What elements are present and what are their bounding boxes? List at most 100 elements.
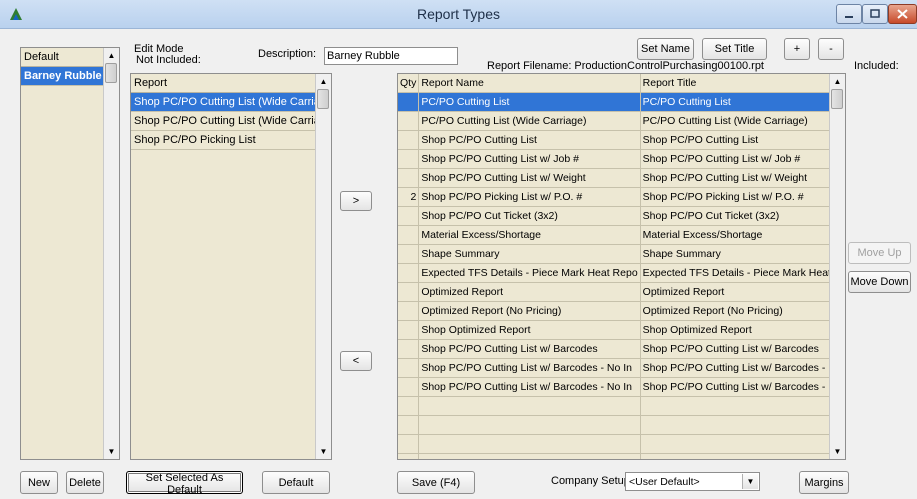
add-button[interactable]: +	[784, 38, 810, 60]
set-title-button[interactable]: Set Title	[702, 38, 767, 60]
chevron-down-icon[interactable]: ▼	[742, 474, 758, 489]
table-row[interactable]: Shop Optimized Report Shop Optimized Repo…	[398, 320, 845, 340]
report-name-cell: Expected TFS Details - Piece Mark Heat R…	[418, 263, 641, 283]
company-setup-value: <User Default>	[629, 476, 700, 488]
report-name-cell: Shop PC/PO Cutting List w/ Barcodes	[418, 339, 641, 359]
included-grid-scrollbar[interactable]: ▲ ▼	[829, 74, 845, 459]
table-row[interactable]: Shop PC/PO Cutting List w/ Barcodes Shop …	[398, 339, 845, 359]
empty-cell	[418, 396, 641, 416]
scroll-up-icon[interactable]: ▲	[316, 74, 331, 89]
list-item[interactable]: Shop PC/PO Cutting List (Wide Carriage)	[131, 93, 316, 112]
included-label: Included:	[854, 60, 899, 72]
empty-cell	[418, 415, 641, 435]
not-included-list[interactable]: Report Shop PC/PO Cutting List (Wide Car…	[130, 73, 332, 460]
move-to-not-included-button[interactable]: <	[340, 351, 372, 371]
scroll-down-icon[interactable]: ▼	[104, 444, 119, 459]
not-included-label: Not Included:	[136, 54, 201, 66]
table-row[interactable]: Shop PC/PO Cutting List Shop PC/PO Cuttin…	[398, 130, 845, 150]
table-row[interactable]: Shop PC/PO Cutting List w/ Barcodes - No…	[398, 358, 845, 378]
report-type-list-scrollbar[interactable]: ▲ ▼	[103, 48, 119, 459]
delete-button[interactable]: Delete	[66, 471, 104, 494]
qty-cell	[398, 130, 420, 150]
included-table: Qty Report Name Report Title PC/PO Cutti…	[398, 74, 845, 459]
qty-cell	[398, 92, 420, 112]
table-row[interactable]: Shop PC/PO Cutting List w/ Weight Shop PC…	[398, 168, 845, 188]
column-header-report-name[interactable]: Report Name	[418, 74, 641, 93]
scroll-down-icon[interactable]: ▼	[830, 444, 845, 459]
empty-cell	[398, 396, 420, 416]
column-header-qty[interactable]: Qty	[398, 74, 420, 93]
set-selected-as-default-button[interactable]: Set Selected As Default	[126, 471, 243, 496]
report-name-cell: Shop PC/PO Cutting List w/ Weight	[418, 168, 641, 188]
report-name-cell: Shop Optimized Report	[418, 320, 641, 340]
qty-cell	[398, 282, 420, 302]
minimize-button[interactable]	[836, 4, 862, 24]
report-name-cell: Optimized Report	[418, 282, 641, 302]
empty-row	[398, 453, 845, 459]
scroll-up-icon[interactable]: ▲	[830, 74, 845, 89]
remove-button[interactable]: -	[818, 38, 844, 60]
table-row[interactable]: PC/PO Cutting List PC/PO Cutting List	[398, 92, 845, 112]
scroll-thumb[interactable]	[831, 89, 843, 109]
move-to-included-button[interactable]: >	[340, 191, 372, 211]
not-included-list-header: Report	[131, 74, 331, 93]
empty-cell	[418, 453, 641, 459]
table-row[interactable]: Shop PC/PO Cutting List w/ Job # Shop PC/…	[398, 149, 845, 169]
report-title-cell: Expected TFS Details - Piece Mark Heat R…	[640, 263, 845, 283]
report-name-cell: PC/PO Cutting List	[418, 92, 641, 112]
description-input[interactable]	[324, 47, 458, 65]
report-name-cell: Shop PC/PO Cutting List w/ Barcodes - No…	[418, 358, 641, 378]
close-icon	[897, 9, 908, 19]
maximize-button[interactable]	[862, 4, 888, 24]
report-type-list[interactable]: Default Barney Rubble ▲ ▼	[20, 47, 120, 460]
set-name-button[interactable]: Set Name	[637, 38, 694, 60]
empty-cell	[418, 434, 641, 454]
close-button[interactable]	[888, 4, 917, 24]
table-row[interactable]: Expected TFS Details - Piece Mark Heat R…	[398, 263, 845, 283]
company-setup-select[interactable]: <User Default> ▼	[625, 472, 760, 491]
table-row[interactable]: Optimized Report (No Pricing) Optimized R…	[398, 301, 845, 321]
scroll-down-icon[interactable]: ▼	[316, 444, 331, 459]
report-title-cell: PC/PO Cutting List	[640, 92, 845, 112]
empty-cell	[640, 396, 845, 416]
qty-cell	[398, 206, 420, 226]
move-up-button[interactable]: Move Up	[848, 242, 911, 264]
qty-cell	[398, 377, 420, 397]
empty-cell	[398, 434, 420, 454]
qty-cell	[398, 339, 420, 359]
default-button[interactable]: Default	[262, 471, 330, 494]
margins-button[interactable]: Margins	[799, 471, 849, 494]
scroll-up-icon[interactable]: ▲	[104, 48, 119, 63]
included-grid[interactable]: Qty Report Name Report Title PC/PO Cutti…	[397, 73, 846, 460]
table-row[interactable]: Optimized Report Optimized Report	[398, 282, 845, 302]
qty-cell	[398, 320, 420, 340]
scroll-thumb[interactable]	[105, 63, 117, 83]
new-button[interactable]: New	[20, 471, 58, 494]
column-header-report-title[interactable]: Report Title	[640, 74, 845, 93]
table-row[interactable]: Shop PC/PO Cut Ticket (3x2) Shop PC/PO Cu…	[398, 206, 845, 226]
empty-cell	[640, 434, 845, 454]
empty-row	[398, 396, 845, 416]
table-row[interactable]: Shape Summary Shape Summary	[398, 244, 845, 264]
empty-cell	[640, 415, 845, 435]
empty-row	[398, 415, 845, 435]
report-title-cell: Optimized Report (No Pricing)	[640, 301, 845, 321]
report-title-cell: Material Excess/Shortage	[640, 225, 845, 245]
empty-cell	[398, 453, 420, 459]
report-title-cell: Shop PC/PO Cutting List w/ Weight	[640, 168, 845, 188]
table-header-row: Qty Report Name Report Title	[398, 74, 845, 93]
report-name-cell: Shape Summary	[418, 244, 641, 264]
table-row[interactable]: Material Excess/Shortage Material Excess/…	[398, 225, 845, 245]
table-row[interactable]: Shop PC/PO Cutting List w/ Barcodes - No…	[398, 377, 845, 397]
table-row[interactable]: 2 Shop PC/PO Picking List w/ P.O. # Shop P…	[398, 187, 845, 207]
not-included-list-scrollbar[interactable]: ▲ ▼	[315, 74, 331, 459]
report-name-cell: Shop PC/PO Picking List w/ P.O. #	[418, 187, 641, 207]
list-item[interactable]: Shop PC/PO Picking List	[131, 131, 316, 150]
save-button[interactable]: Save (F4)	[397, 471, 475, 494]
move-down-button[interactable]: Move Down	[848, 271, 911, 293]
scroll-thumb[interactable]	[317, 89, 329, 109]
report-name-cell: Shop PC/PO Cutting List w/ Job #	[418, 149, 641, 169]
table-row[interactable]: PC/PO Cutting List (Wide Carriage) PC/PO …	[398, 111, 845, 131]
list-item[interactable]: Shop PC/PO Cutting List (Wide Carriage)	[131, 112, 316, 131]
report-title-cell: Shop PC/PO Cut Ticket (3x2)	[640, 206, 845, 226]
